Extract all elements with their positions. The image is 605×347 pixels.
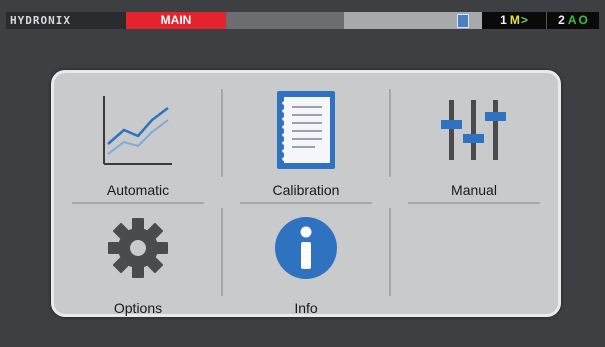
manual-label: Manual — [451, 182, 497, 198]
status-gap — [344, 12, 444, 29]
calibration-label: Calibration — [272, 182, 340, 198]
gear-icon — [54, 205, 222, 291]
manual-button[interactable]: Manual — [390, 87, 558, 207]
tile-underline — [408, 202, 540, 204]
brand-logo: HYDRONIX — [6, 12, 126, 29]
status-bar: HYDRONIX MAIN 1 M > 2 A O — [6, 12, 599, 29]
options-button[interactable]: Options — [54, 205, 222, 325]
automatic-label: Automatic — [106, 182, 170, 198]
info-icon — [222, 205, 390, 291]
sd-card-icon[interactable] — [444, 12, 482, 29]
notebook-icon — [222, 87, 390, 173]
info-button[interactable]: Info — [222, 205, 390, 325]
automatic-button[interactable]: Automatic — [54, 87, 222, 207]
main-menu-panel: Automatic Calibration Manual Options Inf… — [51, 70, 561, 317]
channel-2-indicator[interactable]: 2 A O — [547, 12, 599, 29]
tile-underline — [72, 202, 204, 204]
channel-1-mode: M — [509, 13, 520, 27]
channel-1-number: 1 — [500, 13, 507, 27]
calibration-button[interactable]: Calibration — [222, 87, 390, 207]
info-label: Info — [294, 300, 318, 316]
channel-2-mode: A — [567, 13, 577, 27]
sliders-icon — [390, 87, 558, 173]
tile-underline — [240, 202, 372, 204]
channel-1-indicator[interactable]: 1 M > — [482, 12, 547, 29]
mode-indicator: MAIN — [126, 12, 226, 29]
trend-chart-icon — [54, 87, 222, 173]
options-label: Options — [113, 300, 163, 316]
channel-1-arrow: > — [520, 13, 528, 27]
channel-2-number: 2 — [558, 13, 565, 27]
channel-2-state: O — [578, 13, 588, 27]
status-progress-track — [226, 12, 344, 29]
